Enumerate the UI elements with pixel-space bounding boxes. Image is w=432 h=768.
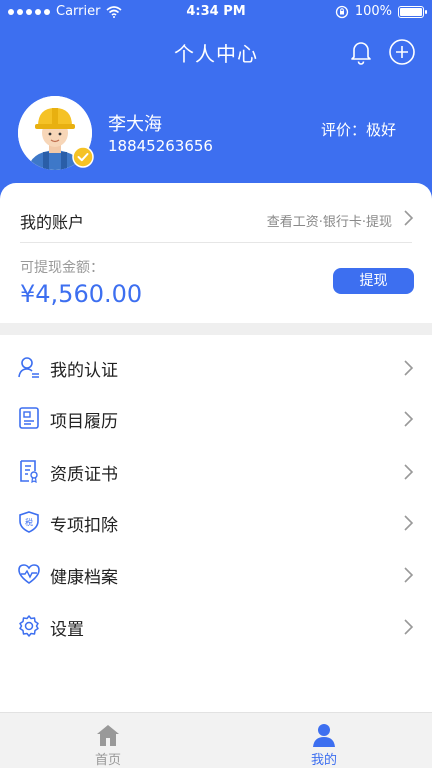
chevron-right-icon	[404, 360, 414, 376]
tab-label: 首页	[94, 753, 121, 768]
account-card: 我的账户 查看工资·银行卡·提现 可提现金额： ¥4,560.00 提现	[0, 183, 432, 323]
withdraw-button[interactable]: 提现	[333, 268, 414, 294]
menu-item-health-records[interactable]: 健康档案	[0, 550, 432, 600]
orientation-lock-icon	[335, 5, 348, 18]
menu-label: 项目履历	[50, 412, 118, 432]
chevron-right-icon	[404, 515, 414, 531]
bottom-tab-bar: 首页 我的	[0, 712, 432, 768]
tab-label: 我的	[310, 753, 337, 768]
menu-item-certificates[interactable]: 资质证书	[0, 447, 432, 497]
divider	[20, 242, 412, 243]
battery-icon	[398, 5, 427, 18]
menu-item-special-deduction[interactable]: 税 专项扣除	[0, 498, 432, 548]
balance-label: 可提现金额：	[20, 260, 104, 276]
chevron-right-icon[interactable]	[402, 209, 414, 227]
person-icon	[313, 724, 335, 747]
chevron-right-icon	[404, 464, 414, 480]
svg-text:税: 税	[25, 517, 33, 527]
home-icon	[97, 725, 119, 746]
health-heartbeat-icon	[18, 564, 40, 584]
bell-icon[interactable]	[347, 38, 375, 66]
menu-item-verification[interactable]: 我的认证	[0, 343, 432, 393]
status-bar: Carrier 4:34 PM 100%	[0, 0, 432, 24]
verified-badge-icon	[72, 146, 94, 168]
battery-percent: 100%	[354, 4, 392, 19]
chevron-right-icon	[404, 619, 414, 635]
tab-home[interactable]: 首页	[0, 713, 216, 768]
menu-item-settings[interactable]: 设置	[0, 602, 432, 652]
certificate-icon	[20, 460, 38, 483]
balance-amount: ¥4,560.00	[20, 280, 143, 308]
account-title: 我的账户	[20, 213, 85, 232]
menu-label: 专项扣除	[50, 516, 118, 536]
user-name: 李大海	[108, 114, 162, 135]
user-verify-icon	[18, 357, 39, 378]
chevron-right-icon	[404, 567, 414, 583]
menu-label: 我的认证	[50, 361, 118, 381]
chevron-right-icon	[404, 411, 414, 427]
user-phone: 18845263656	[108, 137, 213, 155]
menu-label: 资质证书	[50, 465, 118, 485]
menu-label: 设置	[50, 620, 84, 640]
tax-shield-icon: 税	[19, 511, 39, 533]
tab-mine[interactable]: 我的	[216, 713, 432, 768]
user-rating: 评价：极好	[320, 121, 396, 139]
menu-label: 健康档案	[50, 568, 118, 588]
project-history-icon	[19, 407, 39, 429]
add-icon[interactable]	[388, 38, 416, 66]
gear-icon	[19, 615, 39, 637]
account-details-link[interactable]: 查看工资·银行卡·提现	[267, 211, 392, 230]
section-separator	[0, 323, 432, 335]
menu-item-project-history[interactable]: 项目履历	[0, 394, 432, 444]
